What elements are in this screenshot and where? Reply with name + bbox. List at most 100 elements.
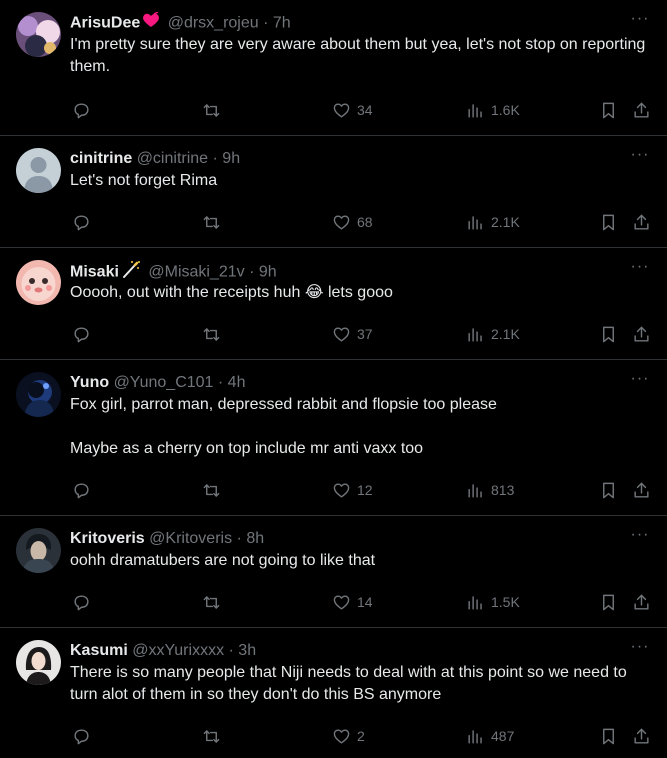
like-button[interactable]: 68 <box>332 210 373 234</box>
tweet-body: ArisuDee @drsx_rojeu · 7h ··· I'm pretty… <box>70 11 651 78</box>
tweet-header: Misaki @Misaki_21v · 9h <box>70 260 651 282</box>
like-button[interactable]: 2 <box>332 724 365 748</box>
more-icon[interactable]: ··· <box>629 527 651 550</box>
views-icon <box>468 729 482 744</box>
reply-button[interactable] <box>72 210 97 234</box>
action-bar: 68 2.1K <box>70 210 651 234</box>
tweet[interactable]: Yuno @Yuno_C101 · 4h ··· Fox girl, parro… <box>0 360 667 516</box>
view-count: 2.1K <box>491 326 520 342</box>
avatar[interactable] <box>16 12 61 57</box>
share-button[interactable] <box>632 478 651 502</box>
retweet-icon <box>203 327 220 341</box>
like-icon <box>333 326 350 342</box>
retweet-button[interactable] <box>202 98 227 122</box>
like-button[interactable]: 12 <box>332 478 373 502</box>
tweet-text: Fox girl, parrot man, depressed rabbit a… <box>70 396 497 457</box>
heart-badge-icon <box>142 11 160 35</box>
retweet-button[interactable] <box>202 210 227 234</box>
avatar[interactable] <box>16 640 61 685</box>
separator-dot: · <box>228 642 234 659</box>
reply-button[interactable] <box>72 322 97 346</box>
like-button[interactable]: 37 <box>332 322 373 346</box>
reply-button[interactable] <box>72 590 97 614</box>
more-icon[interactable]: ··· <box>629 259 651 282</box>
retweet-button[interactable] <box>202 478 227 502</box>
like-button[interactable]: 14 <box>332 590 373 614</box>
share-button[interactable] <box>632 590 651 614</box>
reply-icon <box>74 482 89 498</box>
bookmark-button[interactable] <box>599 724 618 748</box>
avatar[interactable] <box>16 528 61 573</box>
avatar[interactable] <box>16 148 61 193</box>
retweet-button[interactable] <box>202 322 227 346</box>
timestamp[interactable]: 8h <box>246 530 264 547</box>
timestamp[interactable]: 7h <box>273 15 291 32</box>
bookmark-button[interactable] <box>599 590 618 614</box>
action-bar: 2 487 <box>70 724 651 748</box>
share-button[interactable] <box>632 98 651 122</box>
user-handle[interactable]: @Yuno_C101 <box>114 374 214 391</box>
bookmark-icon <box>603 594 614 610</box>
user-handle[interactable]: @xxYurixxxx <box>132 642 224 659</box>
views-icon <box>468 215 482 230</box>
like-count: 2 <box>357 728 365 744</box>
avatar[interactable] <box>16 372 61 417</box>
timestamp[interactable]: 9h <box>259 264 277 281</box>
views-button[interactable]: 813 <box>466 478 514 502</box>
display-name[interactable]: cinitrine <box>70 150 132 167</box>
display-name[interactable]: ArisuDee <box>70 15 140 32</box>
tweet[interactable]: Kasumi @xxYurixxxx · 3h ··· There is so … <box>0 628 667 758</box>
display-name[interactable]: Yuno <box>70 374 109 391</box>
views-button[interactable]: 1.6K <box>466 98 520 122</box>
more-icon[interactable]: ··· <box>629 639 651 662</box>
retweet-icon <box>203 103 220 117</box>
share-button[interactable] <box>632 322 651 346</box>
more-icon[interactable]: ··· <box>629 11 651 34</box>
more-icon[interactable]: ··· <box>629 147 651 170</box>
user-handle[interactable]: @drsx_rojeu <box>168 15 259 32</box>
display-name[interactable]: Misaki <box>70 264 119 281</box>
like-button[interactable]: 34 <box>332 98 373 122</box>
bookmark-button[interactable] <box>599 210 618 234</box>
view-count: 487 <box>491 728 515 744</box>
bookmark-icon <box>603 482 614 498</box>
display-name[interactable]: Kasumi <box>70 642 128 659</box>
reply-icon <box>74 326 89 342</box>
avatar[interactable] <box>16 260 61 305</box>
tweet[interactable]: Misaki @Misaki_21v · 9h ··· Ooooh, out w… <box>0 248 667 360</box>
retweet-button[interactable] <box>202 590 227 614</box>
views-button[interactable]: 2.1K <box>466 210 520 234</box>
more-icon[interactable]: ··· <box>629 371 651 394</box>
share-icon <box>634 326 649 342</box>
timestamp[interactable]: 3h <box>238 642 256 659</box>
bookmark-button[interactable] <box>599 98 618 122</box>
tweet[interactable]: Kritoveris @Kritoveris · 8h ··· oohh dra… <box>0 516 667 628</box>
reply-button[interactable] <box>72 478 97 502</box>
timestamp[interactable]: 4h <box>228 374 246 391</box>
reply-icon <box>74 594 89 610</box>
share-button[interactable] <box>632 210 651 234</box>
user-handle[interactable]: @Misaki_21v <box>148 264 244 281</box>
reply-button[interactable] <box>72 724 97 748</box>
views-button[interactable]: 1.5K <box>466 590 520 614</box>
views-button[interactable]: 2.1K <box>466 322 520 346</box>
retweet-button[interactable] <box>202 724 227 748</box>
action-bar: 12 813 <box>70 478 651 502</box>
share-icon <box>634 594 649 610</box>
share-icon <box>634 102 649 118</box>
timestamp[interactable]: 9h <box>222 150 240 167</box>
user-handle[interactable]: @cinitrine <box>137 150 208 167</box>
tweet[interactable]: cinitrine @cinitrine · 9h ··· Let's not … <box>0 136 667 248</box>
like-icon <box>333 728 350 744</box>
bookmark-button[interactable] <box>599 478 618 502</box>
reply-icon <box>74 728 89 744</box>
tweet[interactable]: ArisuDee @drsx_rojeu · 7h ··· I'm pretty… <box>0 0 667 136</box>
display-name[interactable]: Kritoveris <box>70 530 145 547</box>
share-button[interactable] <box>632 724 651 748</box>
reply-button[interactable] <box>72 98 97 122</box>
action-bar: 37 2.1K <box>70 322 651 346</box>
views-button[interactable]: 487 <box>466 724 514 748</box>
user-handle[interactable]: @Kritoveris <box>149 530 232 547</box>
bookmark-button[interactable] <box>599 322 618 346</box>
like-icon <box>333 214 350 230</box>
